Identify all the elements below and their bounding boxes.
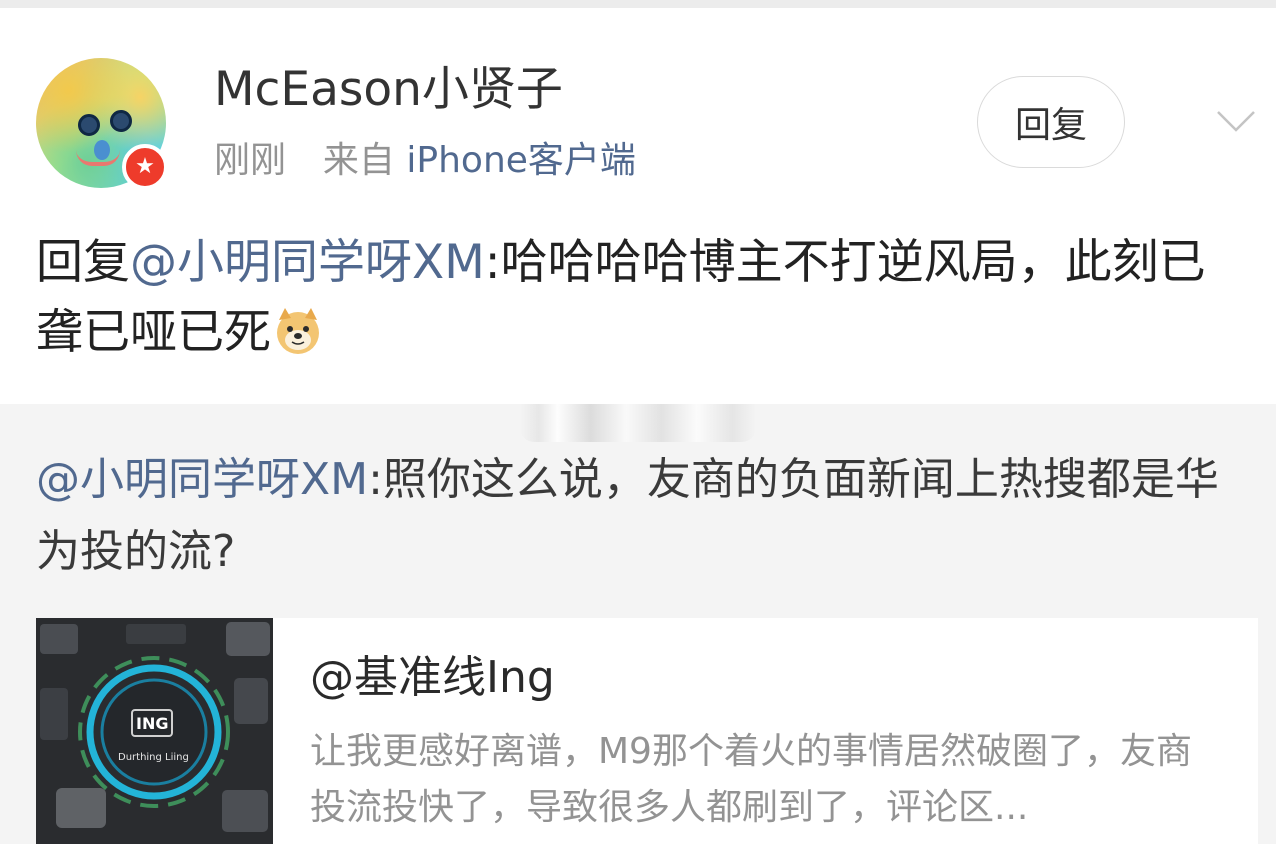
quoted-post[interactable]: @小明同学呀XM:照你这么说，友商的负面新闻上热搜都是华为投的流? ING Du… [0,404,1276,848]
thumb-title: ING [136,714,168,733]
post-time: 刚刚 [214,140,287,181]
chevron-down-icon[interactable] [1216,100,1256,140]
client-source-link[interactable]: iPhone客户端 [406,140,636,181]
reply-button[interactable]: 回复 [977,76,1125,168]
card-description: 让我更感好离谱，M9那个着火的事情居然破圈了，友商投流投快了，导致很多人都刷到了… [310,731,1192,828]
card-thumbnail: ING Durthing Liing [36,618,273,844]
avatar-eye-left [78,114,100,136]
verified-star-icon: ★ [122,144,168,190]
doge-icon [277,308,319,354]
card-title: @基准线Ing [310,652,555,703]
avatar-mouth [76,150,120,166]
avatar-eye-right [110,110,132,132]
quoted-mention-link[interactable]: @小明同学呀XM [36,454,368,505]
source-prefix: 来自 [322,140,395,181]
username[interactable]: McEason小贤子 [214,58,563,122]
top-divider [0,0,1276,8]
thumb-subtitle: Durthing Liing [118,752,189,763]
post-text: 回复@小明同学呀XM:哈哈哈哈博主不打逆风局，此刻已聋已哑已死 [36,228,1246,368]
quoted-text: @小明同学呀XM:照你这么说，友商的负面新闻上热搜都是华为投的流? [36,444,1256,588]
link-card[interactable]: ING Durthing Liing @基准线Ing 让我更感好离谱，M9那个着… [36,618,1258,848]
mention-link[interactable]: @小明同学呀XM [130,235,485,290]
scroll-handle [520,404,756,442]
post-meta: 刚刚 来自 iPhone客户端 [214,135,636,187]
reply-prefix: 回复 [36,235,130,290]
